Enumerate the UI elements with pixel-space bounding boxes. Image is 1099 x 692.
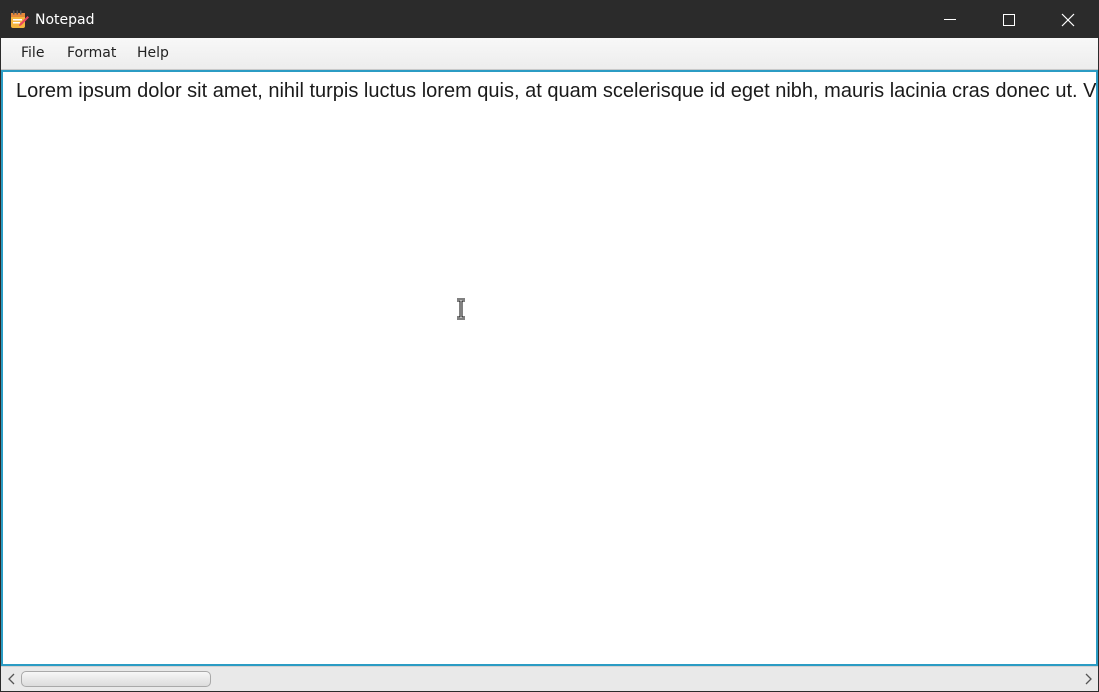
scroll-left-icon[interactable]	[4, 671, 20, 687]
minimize-icon	[944, 19, 956, 20]
close-icon	[1061, 13, 1075, 27]
menu-help[interactable]: Help	[128, 38, 178, 69]
menu-bar: File Format Help	[1, 38, 1098, 70]
horizontal-scrollbar[interactable]	[1, 666, 1098, 691]
window-title: Notepad	[35, 12, 95, 28]
text-cursor-icon	[454, 298, 468, 320]
maximize-button[interactable]	[980, 1, 1038, 38]
editor-content: Lorem ipsum dolor sit amet, nihil turpis…	[16, 80, 1097, 102]
maximize-icon	[1003, 14, 1015, 26]
notepad-app-icon	[10, 10, 29, 29]
text-editor-area[interactable]: Lorem ipsum dolor sit amet, nihil turpis…	[1, 70, 1098, 666]
title-bar[interactable]: Notepad	[1, 1, 1098, 38]
scroll-right-icon[interactable]	[1080, 671, 1096, 687]
scrollbar-thumb[interactable]	[21, 671, 211, 687]
menu-format[interactable]: Format	[58, 38, 125, 69]
menu-file[interactable]: File	[12, 38, 53, 69]
notepad-window: Notepad File Format Help Lorem ipsum dol…	[0, 0, 1099, 692]
minimize-button[interactable]	[921, 1, 979, 38]
close-button[interactable]	[1039, 1, 1097, 38]
